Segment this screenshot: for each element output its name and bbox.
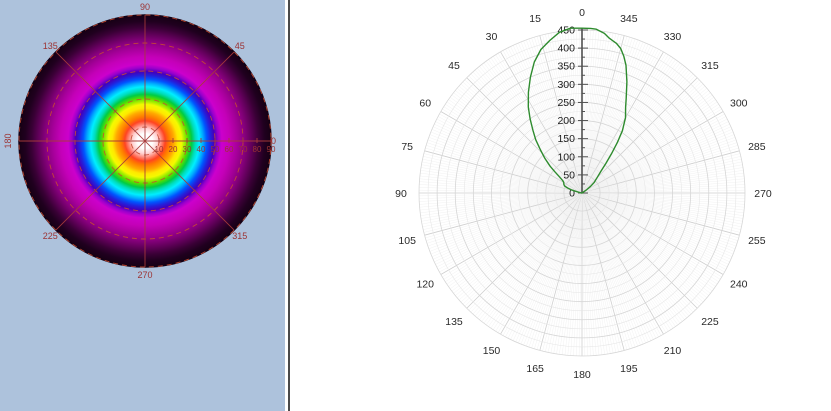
polar-angle-label: 285 bbox=[748, 141, 766, 153]
polar-angle-label: 45 bbox=[448, 60, 460, 72]
r-axis-label: 250 bbox=[557, 97, 575, 109]
r-axis-label: 50 bbox=[563, 169, 575, 181]
polar-angle-label: 15 bbox=[529, 13, 541, 25]
polar-angle-label: 30 bbox=[486, 31, 498, 43]
polar-angle-label: 0 bbox=[579, 7, 585, 19]
angle-label: 315 bbox=[232, 231, 247, 241]
radial-tick-label: 80 bbox=[253, 145, 262, 154]
polar-angle-label: 240 bbox=[730, 279, 748, 291]
polar-angle-label: 120 bbox=[416, 279, 434, 291]
r-axis-label: 400 bbox=[557, 43, 575, 55]
polar-angle-label: 330 bbox=[664, 31, 682, 43]
r-axis-label: 350 bbox=[557, 61, 575, 73]
polar-angle-label: 195 bbox=[620, 363, 638, 375]
polar-angle-label: 300 bbox=[730, 98, 748, 110]
angle-label: 90 bbox=[140, 2, 150, 12]
polar-angle-label: 255 bbox=[748, 235, 766, 247]
polar-angle-label: 135 bbox=[445, 316, 463, 328]
radial-tick-label: 30 bbox=[183, 145, 192, 154]
radial-tick-label: 50 bbox=[211, 145, 220, 154]
intensity-map-panel: 10203040506070809004590135180225270315 bbox=[0, 0, 285, 411]
polar-angle-label: 75 bbox=[401, 141, 413, 153]
polar-angle-label: 270 bbox=[754, 188, 772, 200]
radial-tick-label: 60 bbox=[225, 145, 234, 154]
radial-tick-label: 40 bbox=[197, 145, 206, 154]
polar-angle-label: 165 bbox=[526, 363, 544, 375]
polar-angle-label: 90 bbox=[395, 188, 407, 200]
polar-angle-label: 225 bbox=[701, 316, 719, 328]
radial-tick-label: 90 bbox=[267, 145, 276, 154]
angle-label: 0 bbox=[271, 136, 276, 146]
polar-angle-label: 105 bbox=[398, 235, 416, 247]
r-axis-label: 300 bbox=[557, 79, 575, 91]
angle-label: 270 bbox=[137, 270, 152, 280]
polar-chart-panel: 0501001502002503003504004500153045607590… bbox=[290, 0, 831, 411]
intensity-heatmap-chart: 10203040506070809004590135180225270315 bbox=[0, 0, 285, 411]
radial-tick-label: 20 bbox=[169, 145, 178, 154]
angle-label: 180 bbox=[3, 133, 13, 148]
angle-label: 45 bbox=[235, 41, 245, 51]
polar-angle-label: 315 bbox=[701, 60, 719, 72]
r-axis-label: 100 bbox=[557, 151, 575, 163]
angle-label: 225 bbox=[43, 231, 58, 241]
polar-angle-label: 210 bbox=[664, 345, 682, 357]
polar-angle-label: 60 bbox=[419, 98, 431, 110]
radial-tick-label: 10 bbox=[155, 145, 164, 154]
r-axis-label: 200 bbox=[557, 115, 575, 127]
r-axis-label: 150 bbox=[557, 133, 575, 145]
photometric-viewer-window: 10203040506070809004590135180225270315 光… bbox=[0, 0, 831, 411]
polar-angle-label: 345 bbox=[620, 13, 638, 25]
radial-tick-label: 70 bbox=[239, 145, 248, 154]
candela-polar-chart: 0501001502002503003504004500153045607590… bbox=[290, 0, 831, 411]
angle-label: 135 bbox=[43, 41, 58, 51]
polar-angle-label: 150 bbox=[483, 345, 501, 357]
polar-angle-label: 180 bbox=[573, 369, 591, 381]
r-axis-label: 450 bbox=[557, 25, 575, 37]
